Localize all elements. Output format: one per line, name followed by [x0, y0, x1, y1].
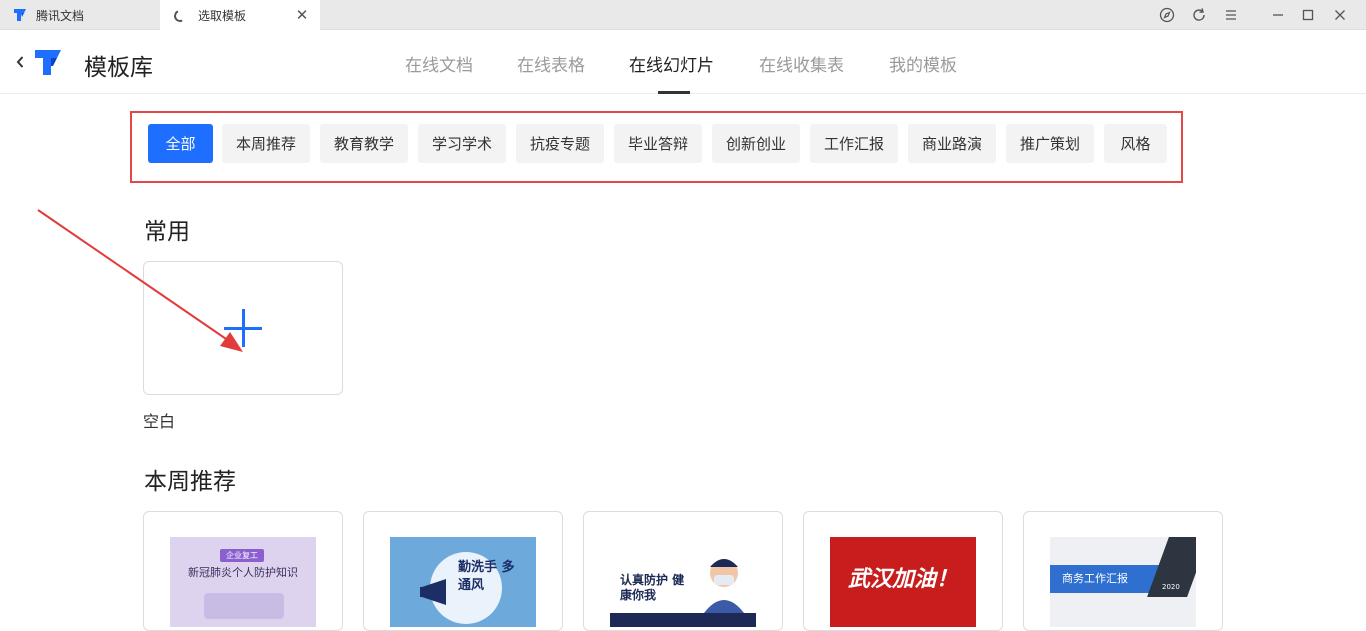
category-chip-weekly[interactable]: 本周推荐: [222, 124, 310, 163]
template-thumbnail: 勤洗手 多通风: [390, 537, 536, 627]
template-thumbnail: 商务工作汇报 2020: [1050, 537, 1196, 627]
chevron-left-icon: [16, 56, 24, 68]
template-thumbnail: 武汉加油！: [830, 537, 976, 627]
category-chip-business-pitch[interactable]: 商业路演: [908, 124, 996, 163]
template-card[interactable]: 认真防护 健康你我: [583, 511, 783, 631]
megaphone-icon: [420, 579, 446, 605]
nav-tab-my-templates[interactable]: 我的模板: [889, 51, 957, 76]
category-chip-startup[interactable]: 创新创业: [712, 124, 800, 163]
tab-close-icon[interactable]: ✕: [294, 6, 310, 24]
thumb-badge: 企业复工: [220, 549, 264, 562]
page-title: 模板库: [84, 55, 153, 81]
category-chip-academic[interactable]: 学习学术: [418, 124, 506, 163]
template-card[interactable]: 企业复工 新冠肺炎个人防护知识: [143, 511, 343, 631]
category-chip-graduation[interactable]: 毕业答辩: [614, 124, 702, 163]
thumb-text: 武汉加油！: [847, 567, 958, 592]
plus-icon: [224, 309, 262, 347]
nav-tab-online-forms[interactable]: 在线收集表: [759, 51, 844, 76]
blank-template-label: 空白: [143, 412, 176, 431]
section-title-weekly: 本周推荐: [144, 469, 236, 495]
maximize-icon[interactable]: [1292, 0, 1324, 30]
tab-tencent-docs[interactable]: 腾讯文档: [0, 0, 160, 30]
category-chip-style[interactable]: 风格: [1104, 124, 1167, 163]
nav-tab-online-slides[interactable]: 在线幻灯片: [629, 51, 714, 76]
minimize-icon[interactable]: [1262, 0, 1294, 30]
section-title-common: 常用: [144, 219, 190, 245]
nav-tab-online-sheets[interactable]: 在线表格: [517, 51, 585, 76]
masked-person-illustration: [704, 559, 744, 613]
thumb-text: 勤洗手 多通风: [458, 560, 515, 593]
template-thumbnail: 企业复工 新冠肺炎个人防护知识: [170, 537, 316, 627]
nav-tab-online-docs[interactable]: 在线文档: [405, 51, 473, 76]
category-chip-anti-epidemic[interactable]: 抗疫专题: [516, 124, 604, 163]
app-header: 模板库 在线文档 在线表格 在线幻灯片 在线收集表 我的模板: [0, 31, 1366, 94]
category-chip-education[interactable]: 教育教学: [320, 124, 408, 163]
category-chip-all[interactable]: 全部: [148, 124, 213, 163]
thumb-year: 2020: [1162, 583, 1180, 591]
tencent-docs-logo-icon: [14, 9, 26, 21]
refresh-icon[interactable]: [1183, 0, 1215, 30]
active-tab-indicator: [658, 91, 690, 94]
tencent-docs-logo-icon: [35, 50, 61, 75]
template-card[interactable]: 勤洗手 多通风: [363, 511, 563, 631]
browser-tab-bar: 腾讯文档 选取模板 ✕: [0, 0, 1366, 31]
back-button[interactable]: [12, 51, 28, 73]
category-chip-marketing[interactable]: 推广策划: [1006, 124, 1094, 163]
template-thumbnail: 认真防护 健康你我: [610, 537, 756, 627]
template-card[interactable]: 商务工作汇报 2020: [1023, 511, 1223, 631]
thumb-text: 商务工作汇报: [1062, 572, 1128, 585]
menu-icon[interactable]: [1215, 0, 1247, 30]
close-window-icon[interactable]: [1324, 0, 1356, 30]
compass-icon[interactable]: [1151, 0, 1183, 30]
tab-label: 选取模板: [198, 9, 247, 23]
loading-spinner-icon: [172, 7, 188, 24]
tab-select-template[interactable]: 选取模板 ✕: [160, 0, 320, 31]
template-card[interactable]: 武汉加油！: [803, 511, 1003, 631]
tab-label: 腾讯文档: [36, 8, 85, 23]
thumb-text: 认真防护 健康你我: [620, 573, 685, 602]
thumb-text: 新冠肺炎个人防护知识: [188, 566, 298, 579]
category-chip-work-report[interactable]: 工作汇报: [810, 124, 898, 163]
